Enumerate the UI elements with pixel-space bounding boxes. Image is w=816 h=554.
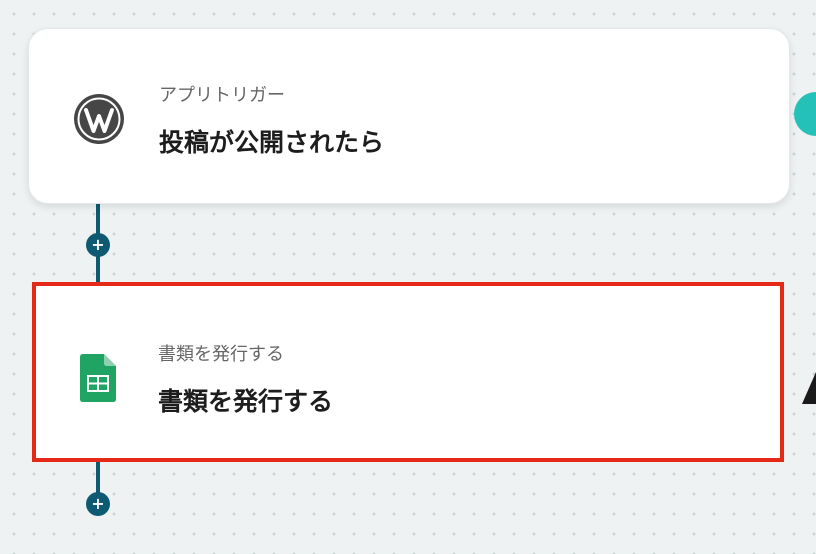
trigger-type-label: アプリトリガー [159,85,285,106]
wordpress-icon [73,93,125,149]
action-title: 書類を発行する [158,387,334,416]
add-step-button[interactable]: + [86,233,110,257]
trigger-title: 投稿が公開されたら [159,128,385,157]
action-type-label: 書類を発行する [158,344,284,365]
google-sheets-icon [80,354,116,406]
warning-icon [802,372,816,404]
action-step-card[interactable]: 書類を発行する 書類を発行する [32,282,784,462]
add-step-button[interactable]: + [86,492,110,516]
trigger-step-card[interactable]: アプリトリガー 投稿が公開されたら [28,28,790,204]
teal-circle-icon [794,92,816,136]
